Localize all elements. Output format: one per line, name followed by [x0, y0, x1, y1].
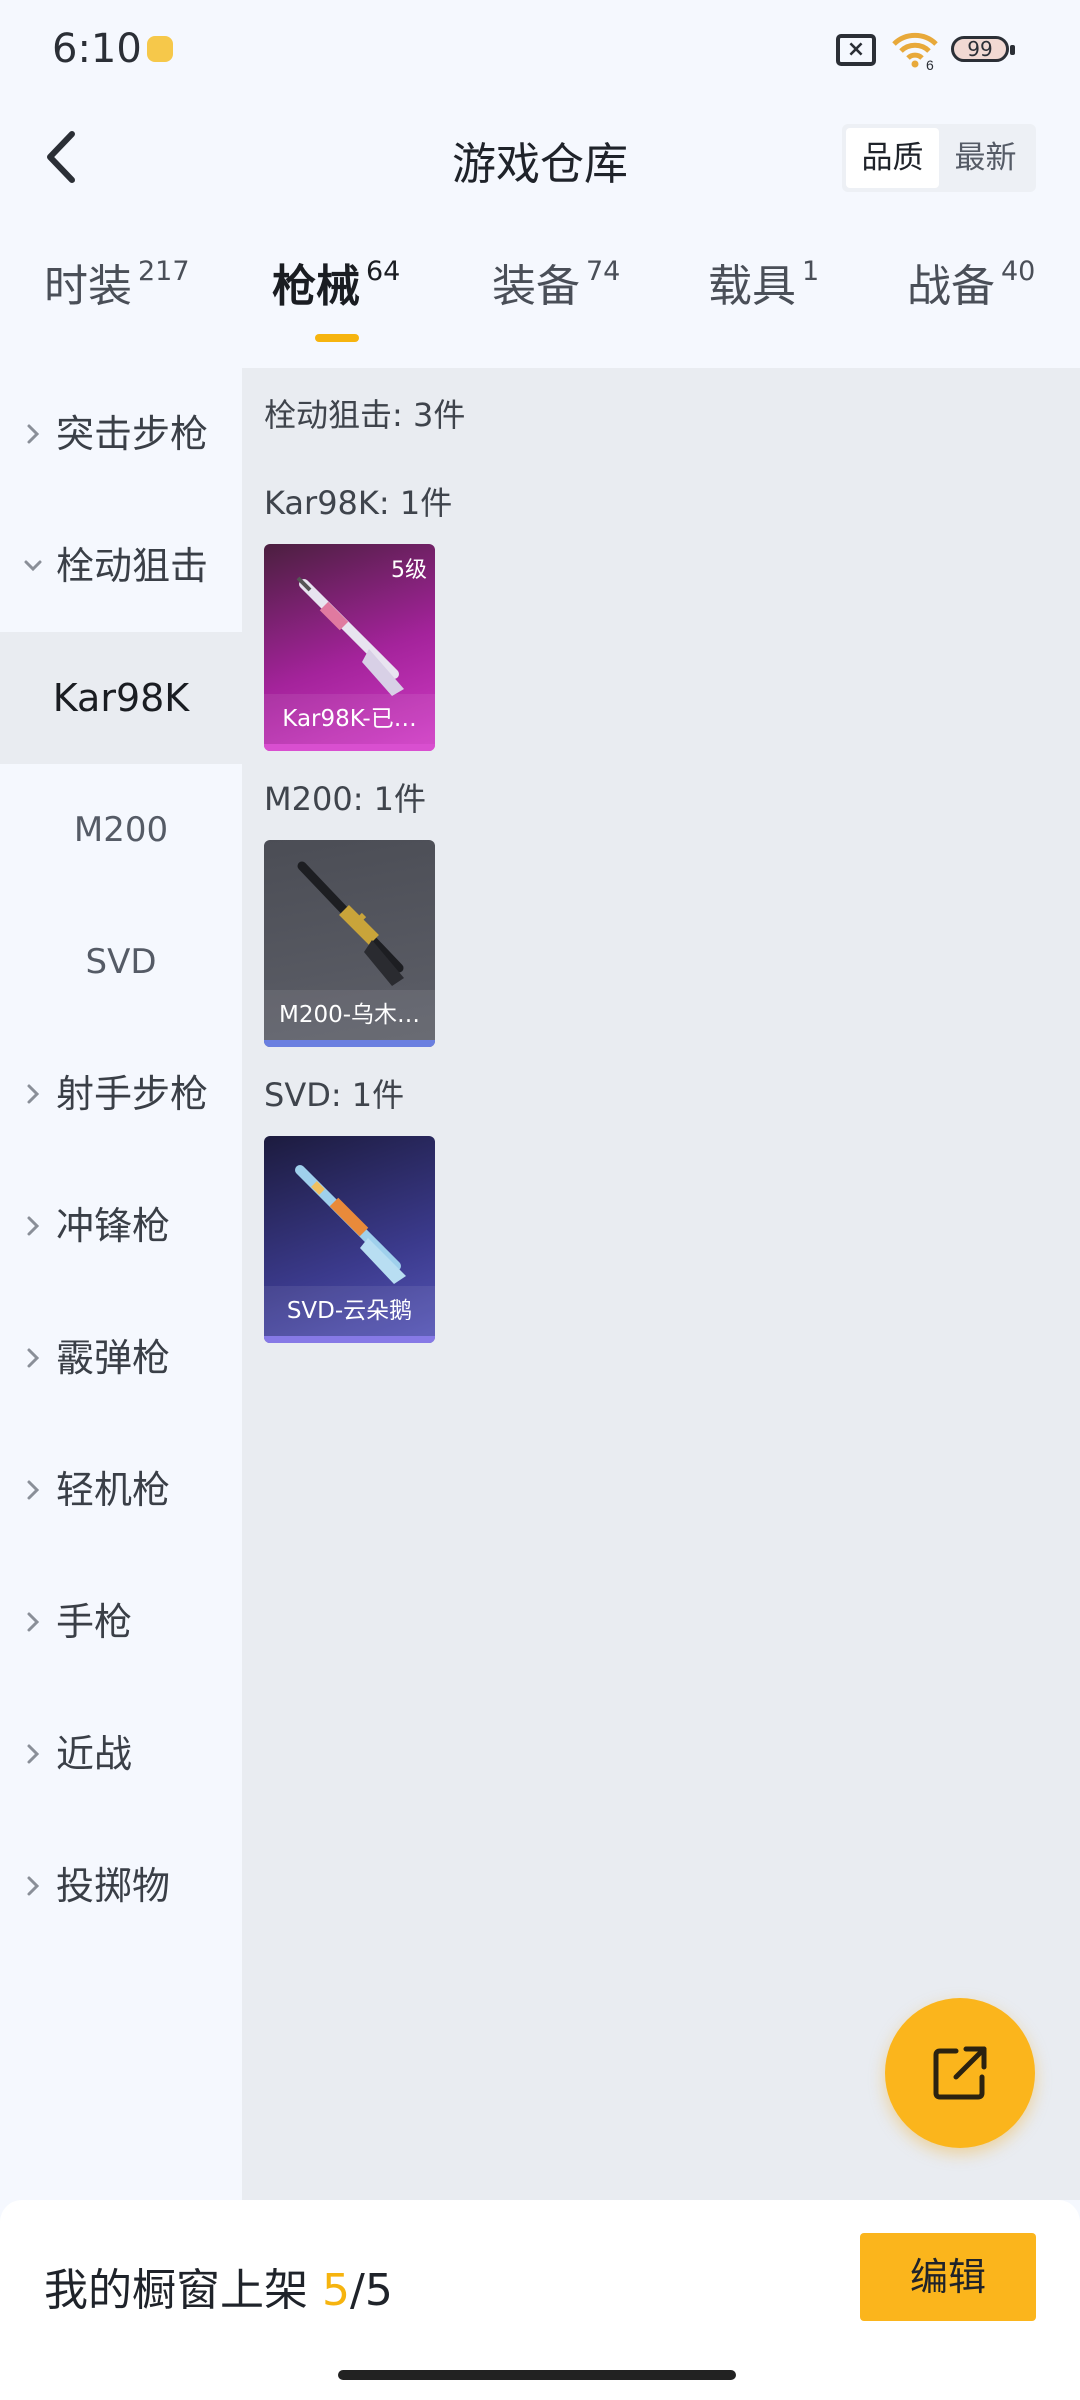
sidebar: 突击步枪 栓动狙击 Kar98K M200 SVD 射手步枪 冲锋枪 霰弹枪 轻… [0, 368, 242, 2200]
showcase-label: 我的橱窗上架 5/5 [44, 2254, 393, 2318]
sidebar-item-shotgun[interactable]: 霰弹枪 [0, 1292, 242, 1424]
sidebar-item-label: 射手步枪 [56, 1072, 209, 1116]
wifi-icon: 6 [892, 32, 938, 70]
tab-label: 装备 [492, 261, 580, 312]
sidebar-item-marksman-rifle[interactable]: 射手步枪 [0, 1028, 242, 1160]
sidebar-subitem-m200[interactable]: M200 [0, 764, 242, 896]
sidebar-item-lmg[interactable]: 轻机枪 [0, 1424, 242, 1556]
tab-label: 枪械 [272, 261, 360, 312]
tab-fashion[interactable]: 时装 217 [44, 250, 190, 350]
chevron-right-icon [27, 424, 40, 444]
tab-count: 74 [586, 256, 621, 287]
app-notification-icon [147, 36, 173, 62]
tab-supplies[interactable]: 战备 40 [907, 250, 1035, 350]
status-time: 6:10 [52, 26, 142, 72]
battery-icon: 99 [951, 36, 1015, 62]
sidebar-item-assault-rifle[interactable]: 突击步枪 [0, 368, 242, 500]
group-heading: SVD: 1件 [264, 1076, 405, 1114]
chevron-right-icon [27, 1348, 40, 1368]
showcase-total-count: /5 [350, 2265, 393, 2316]
chevron-right-icon [27, 1876, 40, 1896]
item-name: SVD-云朵鹅 [286, 1298, 413, 1324]
quality-bar [264, 1336, 435, 1343]
home-indicator[interactable] [338, 2370, 736, 2380]
quality-bar [264, 1040, 435, 1047]
chevron-right-icon [27, 1084, 40, 1104]
tab-label: 载具 [708, 261, 796, 312]
sidebar-item-pistol[interactable]: 手枪 [0, 1556, 242, 1688]
sidebar-item-throwables[interactable]: 投掷物 [0, 1820, 242, 1952]
item-name: Kar98K-已… [282, 706, 417, 732]
sidebar-item-label: 手枪 [56, 1600, 133, 1644]
sim-x-icon: × [836, 34, 876, 66]
sidebar-item-smg[interactable]: 冲锋枪 [0, 1160, 242, 1292]
tab-count: 217 [138, 256, 190, 287]
item-card-m200[interactable]: M200-乌木… [264, 840, 435, 1047]
showcase-text: 我的橱窗上架 [44, 2265, 308, 2316]
sidebar-item-label: 霰弹枪 [56, 1336, 171, 1380]
quality-bar [264, 744, 435, 751]
status-bar: 6:10 × 6 99 [0, 0, 1080, 100]
group-heading: Kar98K: 1件 [264, 484, 453, 522]
sidebar-subitem-svd[interactable]: SVD [0, 896, 242, 1028]
chevron-right-icon [27, 1480, 40, 1500]
bottom-bar: 我的橱窗上架 5/5 编辑 [0, 2200, 1080, 2400]
sidebar-item-label: 投掷物 [56, 1864, 171, 1908]
sidebar-subitem-kar98k[interactable]: Kar98K [0, 632, 242, 764]
sidebar-item-label: 轻机枪 [56, 1468, 171, 1512]
sort-toggle: 品质 最新 [842, 124, 1036, 192]
group-heading: M200: 1件 [264, 780, 427, 818]
tab-count: 1 [802, 256, 820, 287]
share-button[interactable] [885, 1998, 1035, 2148]
chevron-right-icon [27, 1612, 40, 1632]
sidebar-item-label: 冲锋枪 [56, 1204, 171, 1248]
share-external-icon [933, 2046, 987, 2100]
header: 游戏仓库 品质 最新 [0, 100, 1080, 215]
chevron-right-icon [27, 1744, 40, 1764]
sidebar-item-label: 突击步枪 [56, 412, 209, 456]
sort-option-latest[interactable]: 最新 [939, 128, 1032, 188]
category-summary: 栓动狙击: 3件 [264, 396, 466, 434]
item-card-kar98k[interactable]: 5级 Kar98K-已… [264, 544, 435, 751]
item-card-svd[interactable]: SVD-云朵鹅 [264, 1136, 435, 1343]
edit-button[interactable]: 编辑 [860, 2233, 1036, 2321]
sidebar-item-bolt-action-sniper[interactable]: 栓动狙击 [0, 500, 242, 632]
sort-option-quality[interactable]: 品质 [846, 128, 939, 188]
tab-equipment[interactable]: 装备 74 [492, 250, 620, 350]
tab-count: 64 [366, 256, 401, 287]
sidebar-item-label: 近战 [56, 1732, 133, 1776]
item-list: 栓动狙击: 3件 Kar98K: 1件 5级 Kar98K-已… M200: 1… [242, 368, 1080, 2200]
item-name: M200-乌木… [278, 1002, 421, 1028]
active-tab-indicator [315, 334, 359, 342]
level-badge: 5级 [391, 558, 427, 583]
sidebar-item-melee[interactable]: 近战 [0, 1688, 242, 1820]
chevron-down-icon [24, 560, 42, 572]
wifi-label: 6 [926, 57, 934, 70]
tab-count: 40 [1001, 256, 1036, 287]
sidebar-item-label: 栓动狙击 [56, 544, 209, 588]
showcase-current-count: 5 [322, 2265, 350, 2316]
chevron-right-icon [27, 1216, 40, 1236]
category-tabs: 时装 217 枪械 64 装备 74 载具 1 战备 40 [0, 250, 1080, 350]
tab-label: 时装 [44, 261, 132, 312]
tab-vehicles[interactable]: 载具 1 [708, 250, 819, 350]
tab-label: 战备 [907, 261, 995, 312]
